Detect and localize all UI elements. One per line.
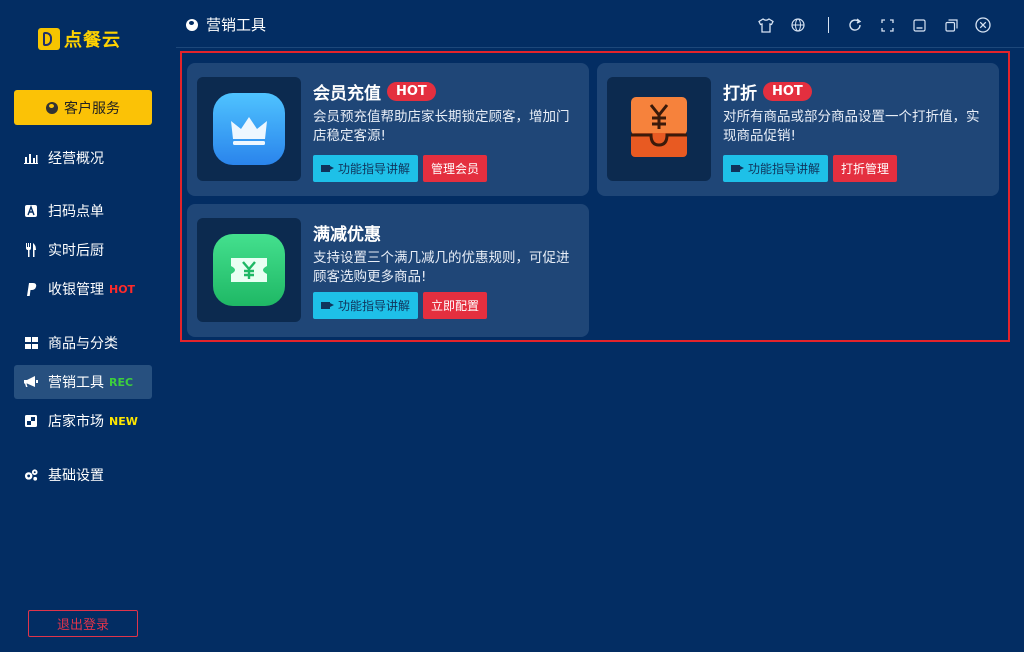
grid-icon: [24, 336, 38, 350]
sidebar-item-kitchen[interactable]: 实时后厨: [14, 233, 152, 267]
sidebar-item-label: 商品与分类: [48, 336, 118, 352]
manage-members-button[interactable]: 管理会员: [423, 155, 488, 182]
card-description: 支持设置三个满几减几的优惠规则，可促进顾客选购更多商品!: [313, 250, 570, 285]
card-title-text: 会员充值: [313, 84, 381, 104]
close-icon[interactable]: [973, 15, 993, 35]
hot-badge: HOT: [109, 282, 136, 296]
letter-a-icon: [24, 204, 38, 218]
card-title-text: 满减优惠: [313, 225, 381, 245]
sidebar-item-overview[interactable]: 经营概况: [14, 141, 152, 175]
customer-service-button[interactable]: 客户服务: [14, 90, 152, 125]
guide-button-label: 功能指导讲解: [338, 162, 411, 176]
sidebar: 点餐云 客户服务 经营概况 扫码点单 实时后厨 收银管理 HOT 商品与分类 营…: [0, 0, 168, 652]
card-actions: 功能指导讲解 管理会员: [313, 155, 488, 182]
sidebar-item-label: 基础设置: [48, 468, 104, 484]
logout-button[interactable]: 退出登录: [28, 610, 138, 637]
sidebar-item-label: 经营概况: [48, 151, 104, 167]
sidebar-item-scan-order[interactable]: 扫码点单: [14, 194, 152, 228]
megaphone-icon: [24, 375, 38, 389]
fullscreen-icon[interactable]: [877, 15, 897, 35]
card-member-recharge: 会员充值 HOT 会员预充值帮助店家长期锁定顾客，增加门店稳定客源! 功能指导讲…: [187, 63, 589, 196]
card-title: 满减优惠: [313, 220, 381, 245]
yen-discount-icon: [631, 97, 687, 157]
card-title: 打折 HOT: [723, 79, 812, 104]
sidebar-item-label: 实时后厨: [48, 243, 104, 259]
tshirt-icon[interactable]: [756, 15, 776, 35]
card-title: 会员充值 HOT: [313, 79, 436, 104]
paypal-icon: [24, 282, 38, 296]
language-globe-icon[interactable]: [788, 15, 808, 35]
sidebar-item-label: 营销工具: [48, 375, 104, 391]
card-title-text: 打折: [723, 84, 757, 104]
discount-manage-button[interactable]: 打折管理: [833, 155, 898, 182]
crown-icon: [213, 93, 285, 165]
globe-icon: [186, 18, 198, 31]
restore-icon[interactable]: [941, 15, 961, 35]
card-actions: 功能指导讲解 立即配置: [313, 292, 488, 319]
globe-icon: [46, 101, 58, 114]
rec-badge: REC: [109, 375, 134, 389]
logo-text: 点餐云: [64, 30, 121, 51]
app-logo: 点餐云: [38, 26, 121, 52]
video-camera-icon: [321, 165, 334, 172]
card-icon-box: [197, 77, 301, 181]
hot-badge: HOT: [763, 82, 812, 101]
minimize-icon[interactable]: [909, 15, 929, 35]
card-description: 对所有商品或部分商品设置一个打折值，实现商品促销!: [723, 109, 980, 144]
guide-button-label: 功能指导讲解: [338, 299, 411, 313]
card-full-reduction: 满减优惠 支持设置三个满几减几的优惠规则，可促进顾客选购更多商品! 功能指导讲解…: [187, 204, 589, 337]
gears-icon: [24, 468, 38, 482]
checker-icon: [24, 414, 38, 428]
page-title-text: 营销工具: [206, 16, 267, 34]
marketing-tools-panel: 会员充值 HOT 会员预充值帮助店家长期锁定顾客，增加门店稳定客源! 功能指导讲…: [180, 51, 1010, 342]
sidebar-item-marketing[interactable]: 营销工具 REC: [14, 365, 152, 399]
guide-button[interactable]: 功能指导讲解: [313, 155, 419, 182]
sidebar-item-market[interactable]: 店家市场 NEW: [14, 404, 152, 438]
guide-button-label: 功能指导讲解: [748, 162, 821, 176]
configure-now-button[interactable]: 立即配置: [423, 292, 488, 319]
refresh-icon[interactable]: [845, 15, 865, 35]
sidebar-item-label: 收银管理: [48, 282, 104, 298]
customer-service-label: 客户服务: [64, 100, 120, 117]
yen-ticket-icon: [213, 234, 285, 306]
new-badge: NEW: [109, 414, 138, 428]
sidebar-item-cashier[interactable]: 收银管理 HOT: [14, 272, 152, 306]
utensils-icon: [24, 243, 38, 257]
video-camera-icon: [321, 302, 334, 309]
header-divider: [176, 47, 1024, 48]
sidebar-item-label: 店家市场: [48, 414, 104, 430]
guide-button[interactable]: 功能指导讲解: [313, 292, 419, 319]
card-icon-box: [197, 218, 301, 322]
sidebar-item-products[interactable]: 商品与分类: [14, 326, 152, 360]
logo-icon: [38, 28, 60, 50]
hot-badge: HOT: [387, 82, 436, 101]
sidebar-item-label: 扫码点单: [48, 204, 104, 220]
card-discount: 打折 HOT 对所有商品或部分商品设置一个打折值，实现商品促销! 功能指导讲解 …: [597, 63, 999, 196]
card-description: 会员预充值帮助店家长期锁定顾客，增加门店稳定客源!: [313, 109, 570, 144]
video-camera-icon: [731, 165, 744, 172]
guide-button[interactable]: 功能指导讲解: [723, 155, 829, 182]
window-toolbar: [756, 15, 1005, 35]
page-title: 营销工具: [186, 14, 266, 35]
card-icon-box: [607, 77, 711, 181]
card-actions: 功能指导讲解 打折管理: [723, 155, 898, 182]
sidebar-item-settings[interactable]: 基础设置: [14, 458, 152, 492]
toolbar-divider: [828, 17, 829, 33]
bar-chart-icon: [24, 151, 38, 165]
